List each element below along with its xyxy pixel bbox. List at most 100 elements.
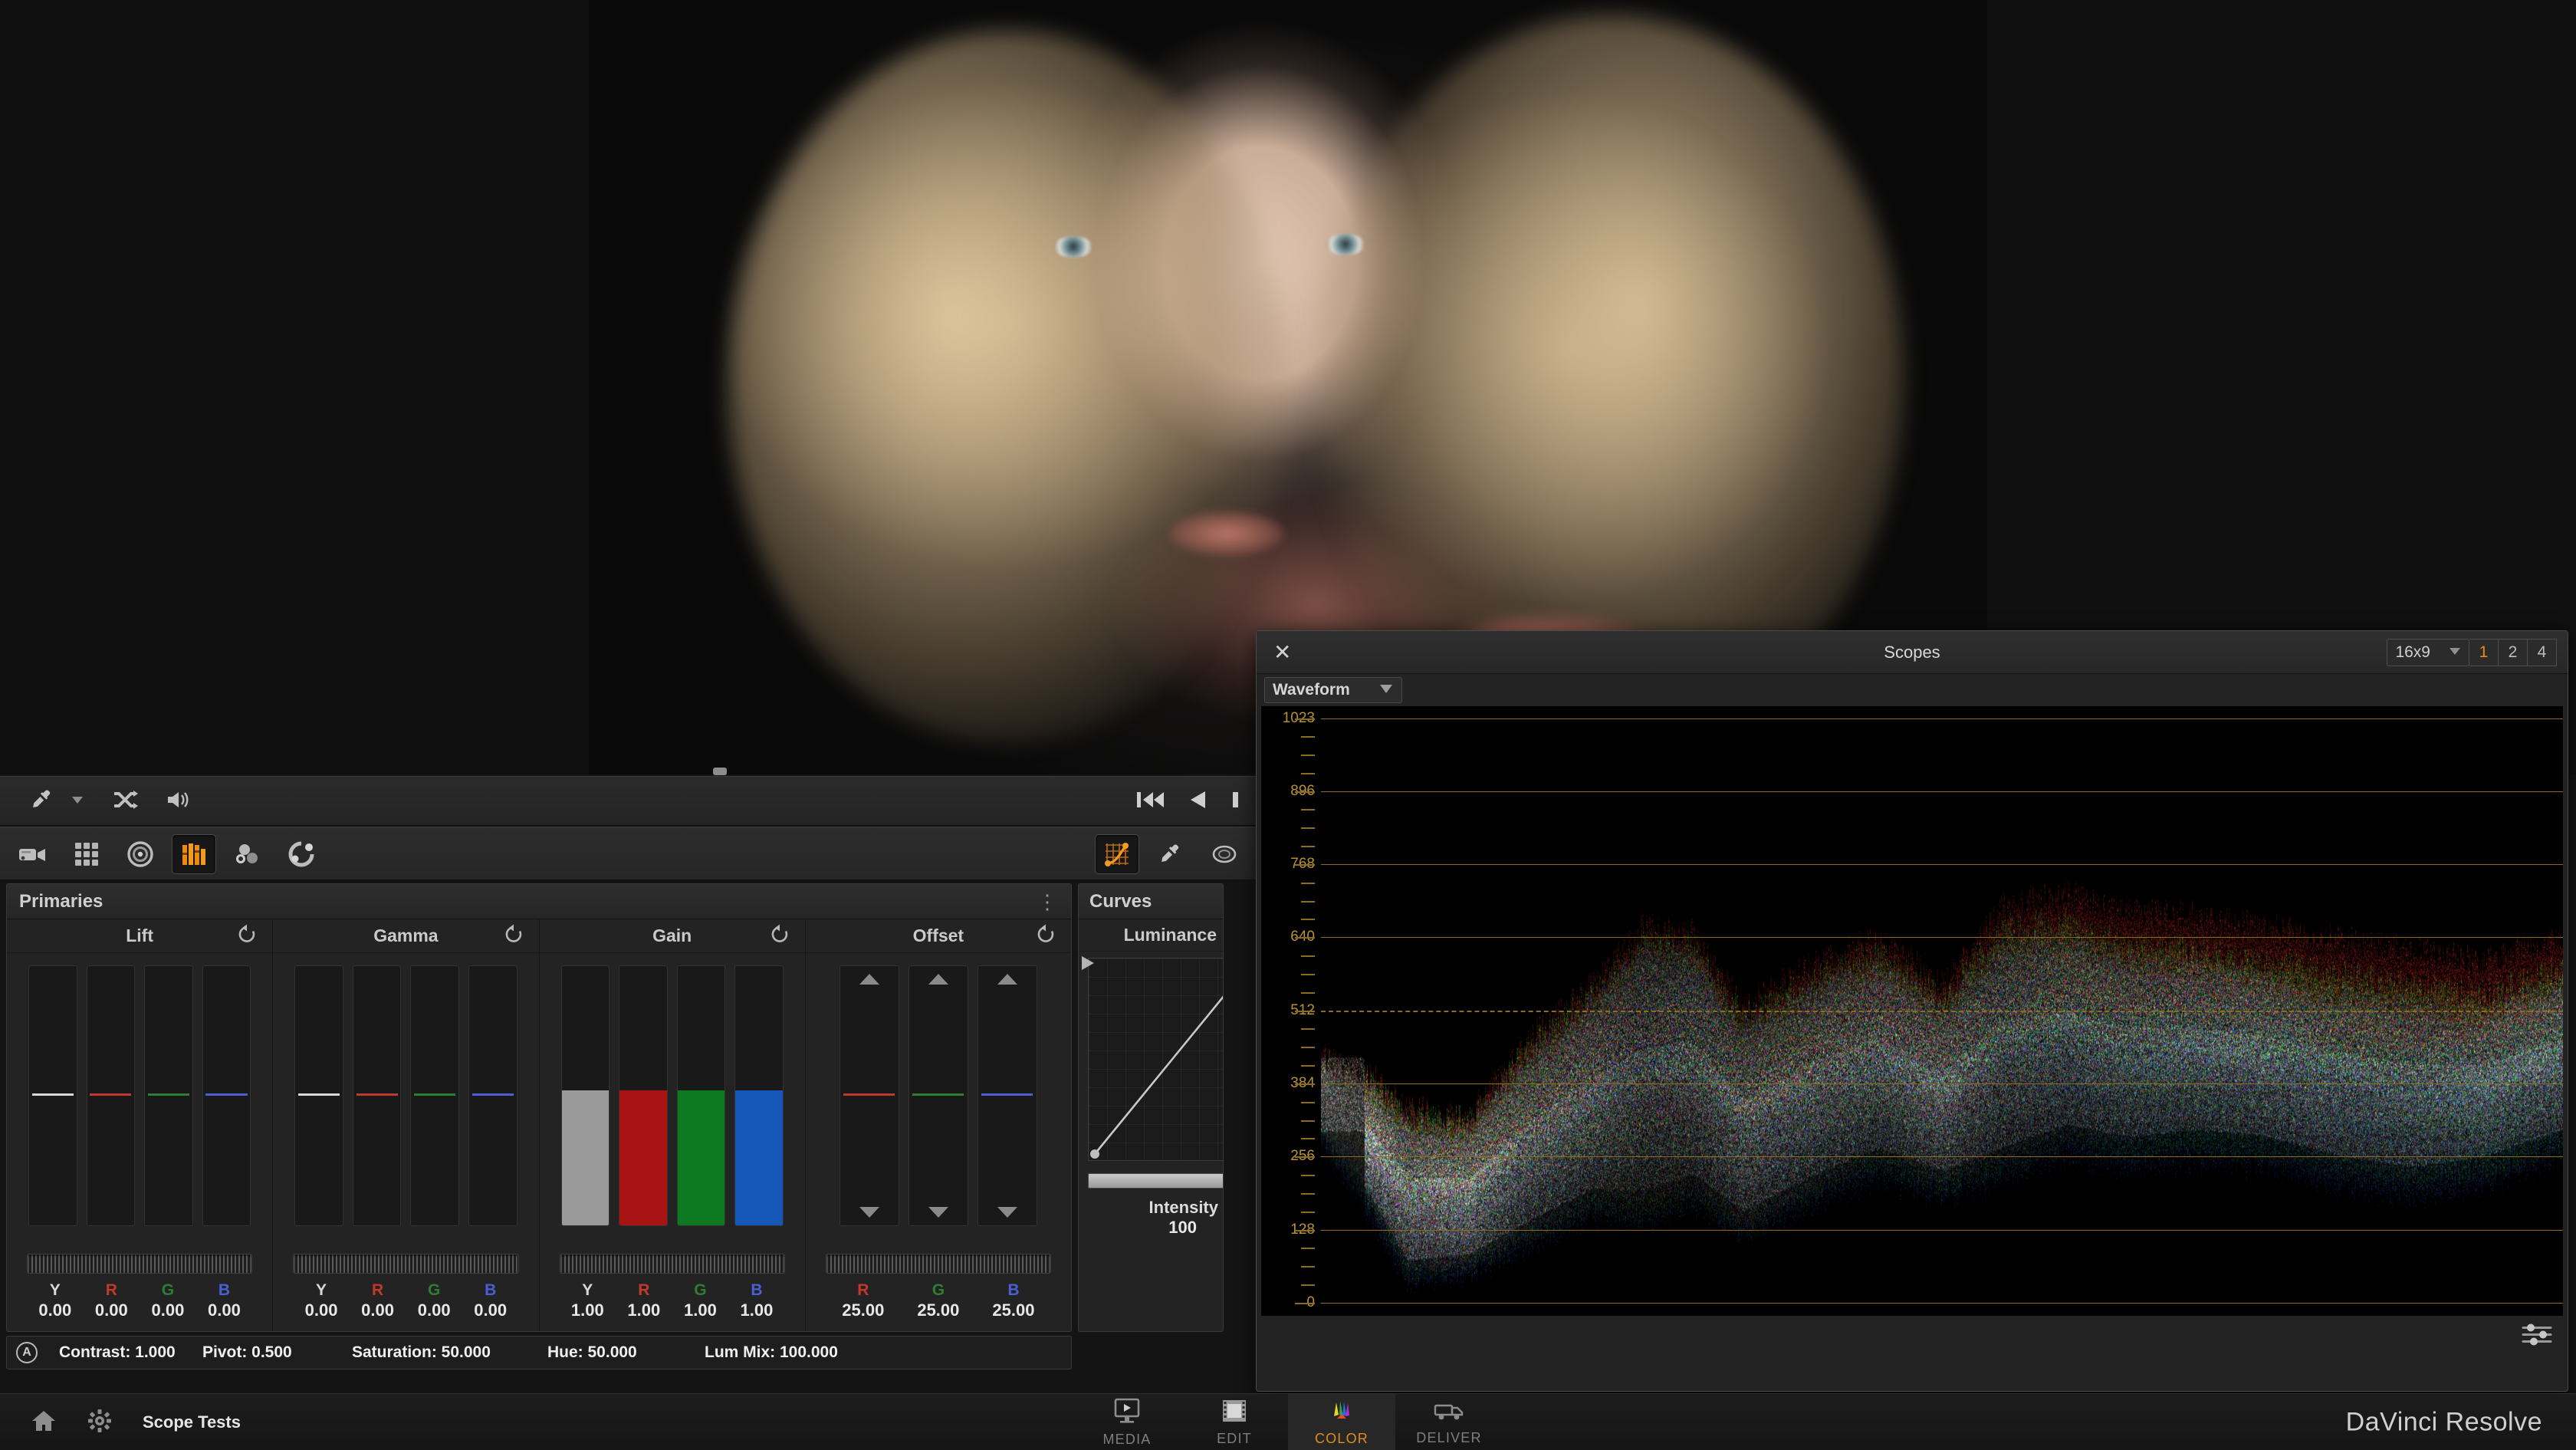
decrement-arrow-icon[interactable] xyxy=(997,1207,1017,1218)
palette-left-buttons xyxy=(11,827,324,881)
value-cell[interactable]: B 0.00 xyxy=(196,1281,253,1320)
lips xyxy=(1168,511,1284,556)
gridline-128 xyxy=(1321,1229,2563,1231)
bar-lift-y[interactable] xyxy=(28,965,77,1226)
bar-offset-b[interactable] xyxy=(977,965,1037,1226)
value-cell[interactable]: R 0.00 xyxy=(350,1281,406,1320)
bar-gamma-y[interactable] xyxy=(294,965,343,1226)
primaries-column-lift: Lift Y 0.00 R 0.00 G 0.00 B 0.00 xyxy=(7,919,274,1331)
page-tab-media[interactable]: MEDIA xyxy=(1073,1394,1181,1450)
shuffle-icon[interactable] xyxy=(112,789,138,814)
scope-layout-1[interactable]: 1 xyxy=(2469,638,2499,666)
value-cell[interactable]: Y 0.00 xyxy=(27,1281,84,1320)
log-wheels-icon[interactable] xyxy=(225,834,270,874)
value-cell[interactable]: Y 0.00 xyxy=(293,1281,350,1320)
scope-layout-4[interactable]: 4 xyxy=(2528,638,2557,666)
value-cell[interactable]: G 25.00 xyxy=(901,1281,976,1320)
bar-gain-y[interactable] xyxy=(560,965,610,1226)
waveform-scope[interactable]: 10238967686405123842561280 xyxy=(1261,706,2563,1316)
bar-group xyxy=(806,953,1071,1246)
auto-balance-badge[interactable]: A xyxy=(16,1342,38,1363)
value-cell[interactable]: B 0.00 xyxy=(462,1281,519,1320)
value-cell[interactable]: R 25.00 xyxy=(826,1281,901,1320)
qualifier-eyedropper-icon[interactable] xyxy=(1148,834,1193,874)
value-cell[interactable]: B 25.00 xyxy=(976,1281,1051,1320)
viewer-resize-handle[interactable] xyxy=(713,768,727,775)
reset-circular-arrow-icon[interactable] xyxy=(504,924,524,948)
home-icon[interactable] xyxy=(31,1409,57,1437)
reset-circular-arrow-icon[interactable] xyxy=(770,924,790,948)
bar-lift-g[interactable] xyxy=(144,965,193,1226)
bar-gain-g[interactable] xyxy=(676,965,726,1226)
chevron-down-icon[interactable] xyxy=(71,794,84,809)
camera-raw-icon[interactable] xyxy=(11,834,55,874)
ridge-slider[interactable] xyxy=(825,1254,1051,1274)
power-window-icon[interactable] xyxy=(1202,834,1247,874)
eyedropper-icon[interactable] xyxy=(31,788,54,815)
bar-gamma-b[interactable] xyxy=(468,965,518,1226)
value-cell[interactable]: G 0.00 xyxy=(140,1281,196,1320)
bar-lift-b[interactable] xyxy=(202,965,251,1226)
channel-value: 25.00 xyxy=(842,1300,885,1320)
primaries-bars-icon[interactable] xyxy=(172,834,216,874)
bar-marker xyxy=(843,1093,895,1096)
gridline-896 xyxy=(1321,791,2563,792)
scope-type-select[interactable]: Waveform xyxy=(1264,677,1402,703)
primaries-title: Primaries xyxy=(19,890,104,912)
value-cell[interactable]: B 1.00 xyxy=(728,1281,785,1320)
decrement-arrow-icon[interactable] xyxy=(859,1207,879,1218)
value-cell[interactable]: G 1.00 xyxy=(672,1281,729,1320)
kebab-menu-icon[interactable]: ⋮ xyxy=(1037,891,1057,912)
minor-tick xyxy=(1301,754,1315,756)
play-reverse-icon[interactable] xyxy=(1187,788,1210,815)
status-saturation[interactable]: Saturation: 50.000 xyxy=(352,1343,547,1362)
aspect-ratio-select[interactable]: 16x9 xyxy=(2387,638,2469,666)
bar-gain-r[interactable] xyxy=(619,965,668,1226)
increment-arrow-icon[interactable] xyxy=(859,974,879,985)
speaker-icon[interactable] xyxy=(166,789,192,814)
curves-panel: Curves Luminance Intensity 100 xyxy=(1078,883,1224,1332)
bar-gamma-g[interactable] xyxy=(410,965,459,1226)
value-cell[interactable]: G 0.00 xyxy=(406,1281,462,1320)
bar-offset-g[interactable] xyxy=(908,965,968,1226)
status-contrast[interactable]: Contrast: 1.000 xyxy=(38,1343,202,1362)
increment-arrow-icon[interactable] xyxy=(997,974,1017,985)
reset-circular-arrow-icon[interactable] xyxy=(237,924,257,948)
color-warper-icon[interactable] xyxy=(279,834,324,874)
value-cell[interactable]: Y 1.00 xyxy=(560,1281,616,1320)
major-tick xyxy=(1295,1229,1315,1231)
reset-circular-arrow-icon[interactable] xyxy=(1036,924,1056,948)
ridge-slider[interactable] xyxy=(559,1254,785,1274)
page-tab-color[interactable]: COLOR xyxy=(1288,1394,1395,1450)
scope-layout-2[interactable]: 2 xyxy=(2499,638,2528,666)
page-tab-edit[interactable]: EDIT xyxy=(1181,1394,1288,1450)
bar-gain-b[interactable] xyxy=(734,965,784,1226)
status-pivot[interactable]: Pivot: 0.500 xyxy=(202,1343,352,1362)
value-cell[interactable]: R 0.00 xyxy=(84,1281,140,1320)
color-wheels-icon[interactable] xyxy=(118,834,163,874)
luminance-curve-graph[interactable] xyxy=(1082,956,1223,1161)
bar-gamma-r[interactable] xyxy=(352,965,402,1226)
increment-arrow-icon[interactable] xyxy=(928,974,948,985)
decrement-arrow-icon[interactable] xyxy=(928,1207,948,1218)
color-match-grid-icon[interactable] xyxy=(64,834,109,874)
bar-offset-r[interactable] xyxy=(839,965,899,1226)
value-cell[interactable]: R 1.00 xyxy=(616,1281,672,1320)
channel-value: 25.00 xyxy=(992,1300,1035,1320)
minor-tick xyxy=(1301,1028,1315,1031)
status-lum-mix[interactable]: Lum Mix: 100.000 xyxy=(705,1343,935,1362)
bar-lift-r[interactable] xyxy=(86,965,136,1226)
skip-to-start-icon[interactable] xyxy=(1135,788,1165,815)
curves-icon[interactable] xyxy=(1095,834,1139,874)
curve-intensity-slider[interactable] xyxy=(1088,1173,1223,1189)
ridge-slider[interactable] xyxy=(27,1254,253,1274)
minor-tick xyxy=(1301,846,1315,848)
gear-icon[interactable] xyxy=(87,1409,112,1437)
page-tab-deliver[interactable]: DELIVER xyxy=(1395,1394,1503,1450)
page-tab-label: EDIT xyxy=(1217,1430,1252,1446)
ridge-slider[interactable] xyxy=(293,1254,519,1274)
sliders-icon[interactable] xyxy=(2520,1322,2554,1352)
status-hue[interactable]: Hue: 50.000 xyxy=(547,1343,705,1362)
close-x-icon[interactable]: ✕ xyxy=(1273,641,1291,663)
stop-icon[interactable] xyxy=(1231,788,1244,815)
